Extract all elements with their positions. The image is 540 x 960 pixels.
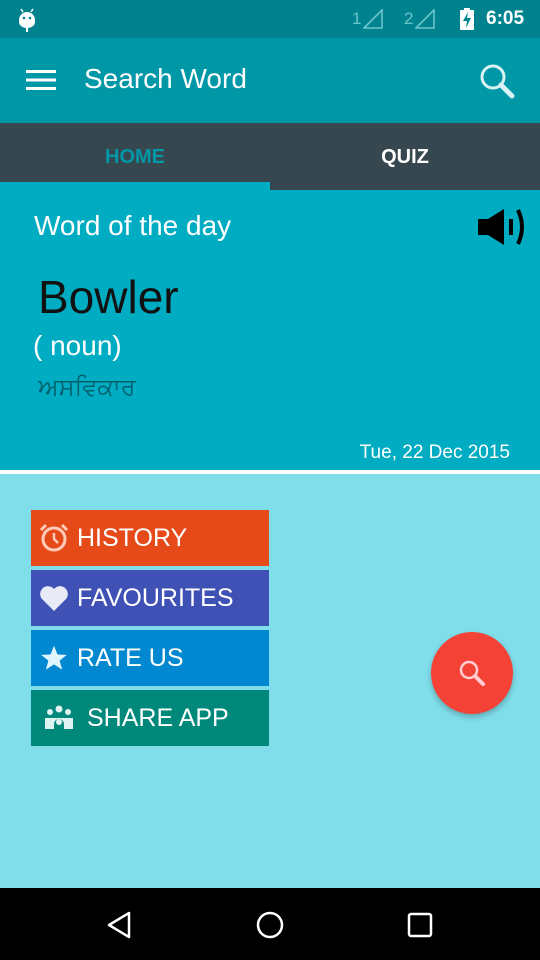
word-of-the-day-card: Word of the day Bowler ( noun) ਅਸਵਿਕਾਰ T… — [0, 190, 540, 470]
hamburger-menu-icon[interactable] — [26, 68, 56, 92]
search-icon — [459, 660, 485, 686]
signal-sim1-icon: 1 — [352, 9, 384, 29]
tab-quiz[interactable]: QUIZ — [270, 123, 540, 190]
heart-icon — [31, 570, 77, 626]
word-of-the-day-label: Word of the day — [34, 210, 232, 241]
part-of-speech: ( noun) — [33, 330, 122, 361]
clock: 6:05 — [486, 8, 525, 29]
people-group-icon — [31, 690, 87, 746]
favourites-label: FAVOURITES — [77, 583, 234, 612]
navigation-bar — [0, 888, 540, 960]
home-icon[interactable] — [255, 910, 285, 940]
signal-sim2-icon: 2 — [404, 9, 436, 29]
battery-charging-icon — [460, 8, 474, 30]
search-fab[interactable] — [431, 632, 513, 714]
status-bar: 1 2 6:05 — [0, 0, 540, 38]
app-bar: Search Word — [0, 38, 540, 123]
tab-home[interactable]: HOME — [0, 123, 270, 190]
sim1-label: 1 — [352, 9, 362, 28]
menu-list: HISTORY FAVOURITES RATE US SHARE APP — [31, 510, 269, 750]
date: Tue, 22 Dec 2015 — [359, 442, 510, 463]
word: Bowler — [38, 271, 179, 323]
sim2-label: 2 — [404, 9, 414, 28]
star-icon — [31, 630, 77, 686]
translation: ਅਸਵਿਕਾਰ — [38, 374, 136, 401]
divider — [0, 470, 540, 474]
speaker-icon[interactable] — [476, 207, 530, 247]
history-label: HISTORY — [77, 523, 188, 552]
share-app-label: SHARE APP — [87, 703, 229, 732]
app-title: Search Word — [84, 63, 247, 94]
android-notification-icon — [19, 8, 35, 32]
history-button[interactable]: HISTORY — [31, 510, 269, 566]
recents-icon[interactable] — [405, 910, 435, 940]
share-app-button[interactable]: SHARE APP — [31, 690, 269, 746]
tab-bar: HOME QUIZ — [0, 123, 540, 190]
rate-us-button[interactable]: RATE US — [31, 630, 269, 686]
rate-us-label: RATE US — [77, 643, 184, 672]
search-icon[interactable] — [478, 62, 516, 100]
alarm-clock-icon — [31, 510, 77, 566]
back-icon[interactable] — [105, 910, 135, 940]
favourites-button[interactable]: FAVOURITES — [31, 570, 269, 626]
